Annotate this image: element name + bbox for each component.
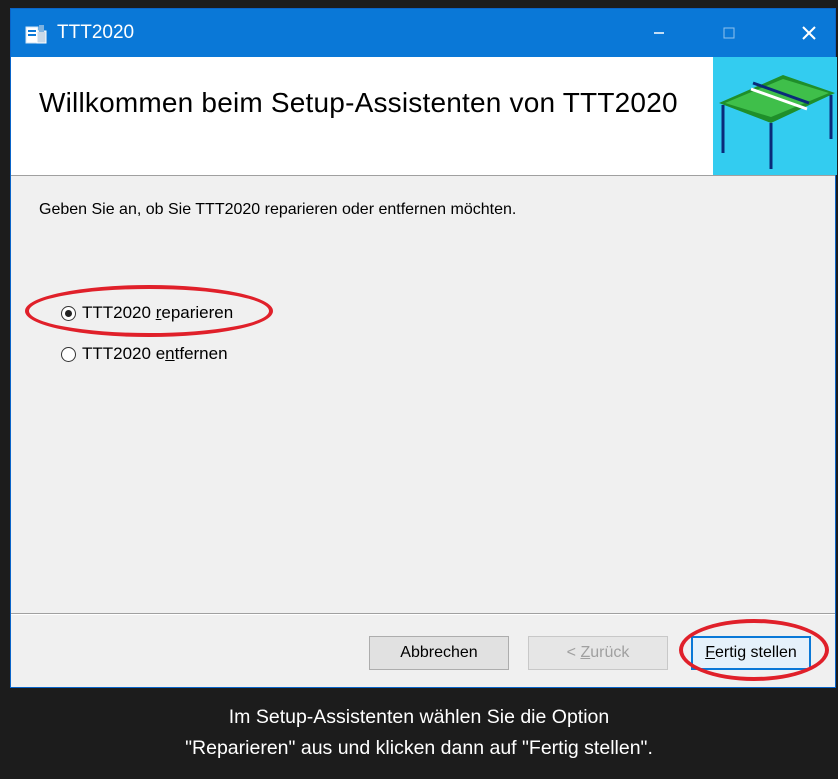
cancel-button[interactable]: Abbrechen — [369, 636, 509, 670]
window-title: TTT2020 — [57, 22, 135, 43]
wizard-title: Willkommen beim Setup-Assistenten von TT… — [39, 87, 678, 118]
repair-radio[interactable] — [61, 305, 76, 321]
repair-option[interactable]: TTT2020 reparieren — [61, 303, 233, 323]
repair-label[interactable]: TTT2020 reparieren — [82, 303, 233, 323]
caption-line-1: Im Setup-Assistenten wählen Sie die Opti… — [228, 706, 610, 728]
remove-option[interactable]: TTT2020 entfernen — [61, 344, 228, 364]
title-bar[interactable]: TTT2020 — [11, 9, 835, 57]
minimize-icon[interactable] — [631, 9, 687, 57]
maximize-icon[interactable] — [701, 9, 757, 57]
wizard-header: Willkommen beim Setup-Assistenten von TT… — [11, 57, 837, 176]
finish-button[interactable]: Fertig stellen — [691, 636, 811, 670]
back-button[interactable]: < Zurück — [528, 636, 668, 670]
caption-line-2: "Reparieren" aus und klicken dann auf "F… — [185, 737, 653, 759]
setup-window: TTT2020 Willkommen beim Setup-Assistente… — [10, 8, 837, 688]
instruction-text: Geben Sie an, ob Sie TTT2020 reparieren … — [39, 201, 517, 218]
ping-pong-table-icon — [713, 57, 837, 175]
close-icon[interactable] — [781, 9, 837, 57]
button-divider — [11, 613, 835, 615]
installer-icon — [25, 25, 47, 44]
remove-label[interactable]: TTT2020 entfernen — [82, 344, 228, 364]
remove-radio[interactable] — [61, 346, 76, 362]
subtitle-caption: Im Setup-Assistenten wählen Sie die Opti… — [0, 692, 838, 779]
